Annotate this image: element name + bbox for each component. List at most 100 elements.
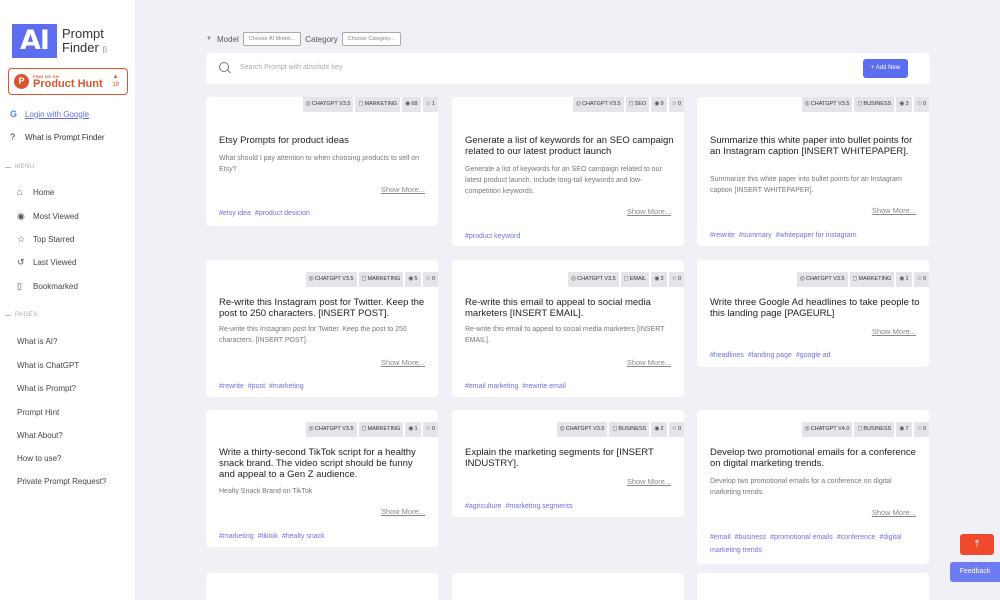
prompt-card[interactable] — [206, 573, 438, 600]
keyword-tag[interactable]: #promotional emails — [770, 534, 833, 541]
keyword-tag[interactable]: #agriculture — [465, 503, 502, 510]
views-tag: ◉ 68 — [402, 97, 421, 112]
model-tag: ◎ CHATGPT V4.0 — [801, 422, 853, 437]
beta-badge: β — [102, 45, 108, 54]
filter-chevron-icon[interactable]: ▼ — [206, 36, 212, 42]
keyword-tag[interactable]: #whitepaper for instagram — [776, 232, 857, 239]
sidebar-item-bookmarked[interactable]: ▯ Bookmarked — [17, 281, 78, 292]
keyword-tag[interactable]: #product keyword — [465, 233, 520, 240]
product-hunt-badge[interactable]: P FIND US ON Product Hunt ▲ 19 — [8, 68, 128, 95]
card-title[interactable]: Etsy Prompts for product ideas — [219, 135, 429, 146]
prompt-card[interactable] — [452, 573, 684, 600]
views-tag: ◉ 3 — [651, 272, 667, 287]
keyword-tag[interactable]: #conference — [837, 534, 876, 541]
stars-tag[interactable]: ☆ 1 — [422, 97, 438, 112]
login-label[interactable]: Login with Google — [25, 110, 89, 119]
page-link-how-to-use[interactable]: How to use? — [17, 454, 61, 463]
page-link-private-prompt-request[interactable]: Private Prompt Request? — [17, 477, 106, 486]
card-title[interactable]: Explain the marketing segments for [INSE… — [465, 447, 675, 469]
card-tags: ◎ CHATGPT V3.5 ◻ SEO ◉ 9 ☆ 0 — [571, 97, 684, 112]
sidebar-item-home[interactable]: ⌂ Home — [17, 187, 54, 197]
keyword-tag[interactable]: #marketing — [219, 533, 254, 540]
add-new-button[interactable]: + Add New — [863, 59, 908, 78]
stars-tag[interactable]: ☆ 0 — [668, 272, 684, 287]
card-title[interactable]: Generate a list of keywords for an SEO c… — [465, 135, 675, 157]
card-title[interactable]: Re-write this email to appeal to social … — [465, 297, 675, 319]
prompt-card[interactable]: ◎ CHATGPT V3.5 ◻ MARKETING ◉ 1 ☆ 0 Write thr… — [697, 260, 929, 367]
category-tag: ◻ MARKETING — [358, 272, 404, 287]
login-google-link[interactable]: G Login with Google — [10, 109, 89, 119]
prompt-card[interactable] — [697, 573, 929, 600]
show-more-link[interactable]: Show More... — [381, 185, 425, 194]
prompt-card[interactable]: ◎ CHATGPT V3.5 ◻ MARKETING ◉ 1 ☆ 0 Write a t… — [206, 410, 438, 547]
stars-tag[interactable]: ☆ 0 — [422, 422, 438, 437]
logo[interactable]: AI Prompt Finder β — [12, 24, 107, 58]
keyword-tag[interactable]: #marketing — [269, 383, 304, 390]
keyword-tag[interactable]: #etsy idea — [219, 210, 251, 217]
keyword-tag[interactable]: #rewrite — [219, 383, 244, 390]
eye-icon: ◉ — [408, 276, 414, 282]
prompt-card[interactable]: ◎ CHATGPT V3.5 ◻ MARKETING ◉ 5 ☆ 0 Re-write … — [206, 260, 438, 397]
card-title[interactable]: Re-write this Instagram post for Twitter… — [219, 297, 429, 319]
sidebar-item-most-viewed[interactable]: ◉ Most Viewed — [17, 211, 79, 222]
page-link-what-is-ai[interactable]: What is AI? — [17, 337, 57, 346]
show-more-link[interactable]: Show More... — [627, 477, 671, 486]
what-is-prompt-finder-link[interactable]: ? What is Prompt Finder — [10, 132, 105, 142]
show-more-link[interactable]: Show More... — [872, 327, 916, 336]
keyword-tag[interactable]: #healty snack — [282, 533, 325, 540]
show-more-link[interactable]: Show More... — [872, 206, 916, 215]
keyword-tag[interactable]: #tiktok — [258, 533, 278, 540]
stars-tag[interactable]: ☆ 0 — [913, 97, 929, 112]
sidebar: AI Prompt Finder β P FIND US ON Product … — [0, 0, 135, 600]
page-link-what-is-prompt[interactable]: What is Prompt? — [17, 384, 76, 393]
keyword-tag[interactable]: #headlines — [710, 352, 744, 359]
keyword-tag[interactable]: #rewrite email — [522, 383, 566, 390]
feedback-button[interactable]: Feedback — [950, 562, 1000, 582]
keyword-tag[interactable]: #google ad — [796, 352, 831, 359]
card-title[interactable]: Summarize this white paper into bullet p… — [710, 135, 920, 157]
prompt-card[interactable]: ◎ CHATGPT V3.5 ◻ SEO ◉ 9 ☆ 0 Generate a list… — [452, 97, 684, 246]
card-title[interactable]: Write a thirty-second TikTok script for … — [219, 447, 429, 480]
show-more-link[interactable]: Show More... — [381, 358, 425, 367]
eye-icon: ◉ — [654, 101, 660, 107]
stars-tag[interactable]: ☆ 0 — [668, 422, 684, 437]
keyword-tag[interactable]: #email marketing — [465, 383, 518, 390]
sidebar-item-top-starred[interactable]: ☆ Top Starred — [17, 234, 74, 245]
page-link-what-about[interactable]: What About? — [17, 431, 63, 440]
keyword-tag[interactable]: #email — [710, 534, 731, 541]
show-more-link[interactable]: Show More... — [627, 207, 671, 216]
stars-tag[interactable]: ☆ 0 — [668, 97, 684, 112]
keyword-tag[interactable]: #landing page — [748, 352, 792, 359]
search-input[interactable]: Search Prompt with absolute key — [240, 64, 342, 71]
card-title[interactable]: Write three Google Ad headlines to take … — [710, 297, 920, 319]
show-more-link[interactable]: Show More... — [381, 507, 425, 516]
show-more-link[interactable]: Show More... — [872, 508, 916, 517]
stars-tag[interactable]: ☆ 0 — [422, 272, 438, 287]
stars-tag[interactable]: ☆ 0 — [913, 272, 929, 287]
model-tag: ◎ CHATGPT V3.5 — [567, 272, 619, 287]
keyword-tag[interactable]: #rewrite — [710, 232, 735, 239]
tag-icon: ◻ — [623, 276, 629, 282]
keyword-tag[interactable]: #product desicion — [255, 210, 310, 217]
card-keywords: #headlines #landing page #google ad — [710, 349, 920, 362]
model-tag: ◎ CHATGPT V3.5 — [302, 97, 354, 112]
prompt-card[interactable]: ◎ CHATGPT V4.0 ◻ BUSINESS ◉ 7 ☆ 0 Develop tw… — [697, 410, 929, 564]
prompt-card[interactable]: ◎ CHATGPT V3.5 ◻ MARKETING ◉ 68 ☆ 1 Etsy Pro… — [206, 97, 438, 226]
model-select[interactable]: Choose AI Model... — [242, 32, 302, 46]
eye-icon: ◉ — [405, 101, 411, 107]
scroll-to-top-button[interactable]: ⤒ — [960, 534, 994, 555]
prompt-card[interactable]: ◎ CHATGPT V3.5 ◻ BUSINESS ◉ 2 ☆ 0 Explain th… — [452, 410, 684, 517]
stars-tag[interactable]: ☆ 0 — [913, 422, 929, 437]
page-link-prompt-hint[interactable]: Prompt Hint — [17, 408, 59, 417]
card-title[interactable]: Develop two promotional emails for a con… — [710, 447, 920, 469]
show-more-link[interactable]: Show More... — [627, 358, 671, 367]
prompt-card[interactable]: ◎ CHATGPT V3.5 ◻ EMAIL ◉ 3 ☆ 0 Re-write this… — [452, 260, 684, 397]
category-select[interactable]: Choose Category... — [341, 32, 401, 46]
keyword-tag[interactable]: #summary — [739, 232, 772, 239]
sidebar-item-last-viewed[interactable]: ↺ Last Viewed — [17, 257, 76, 268]
prompt-card[interactable]: ◎ CHATGPT V3.5 ◻ BUSINESS ◉ 3 ☆ 0 Summarize … — [697, 97, 929, 246]
keyword-tag[interactable]: #marketing segments — [506, 503, 573, 510]
keyword-tag[interactable]: #post — [248, 383, 265, 390]
page-link-what-is-chatgpt[interactable]: What is ChatGPT — [17, 361, 79, 370]
keyword-tag[interactable]: #business — [735, 534, 767, 541]
